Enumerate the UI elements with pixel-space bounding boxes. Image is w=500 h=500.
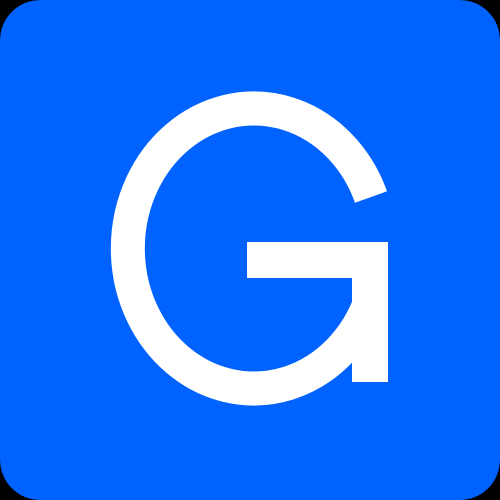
letter-g-glyph: G xyxy=(110,91,388,406)
letter-g-app-icon[interactable]: G xyxy=(0,0,500,500)
